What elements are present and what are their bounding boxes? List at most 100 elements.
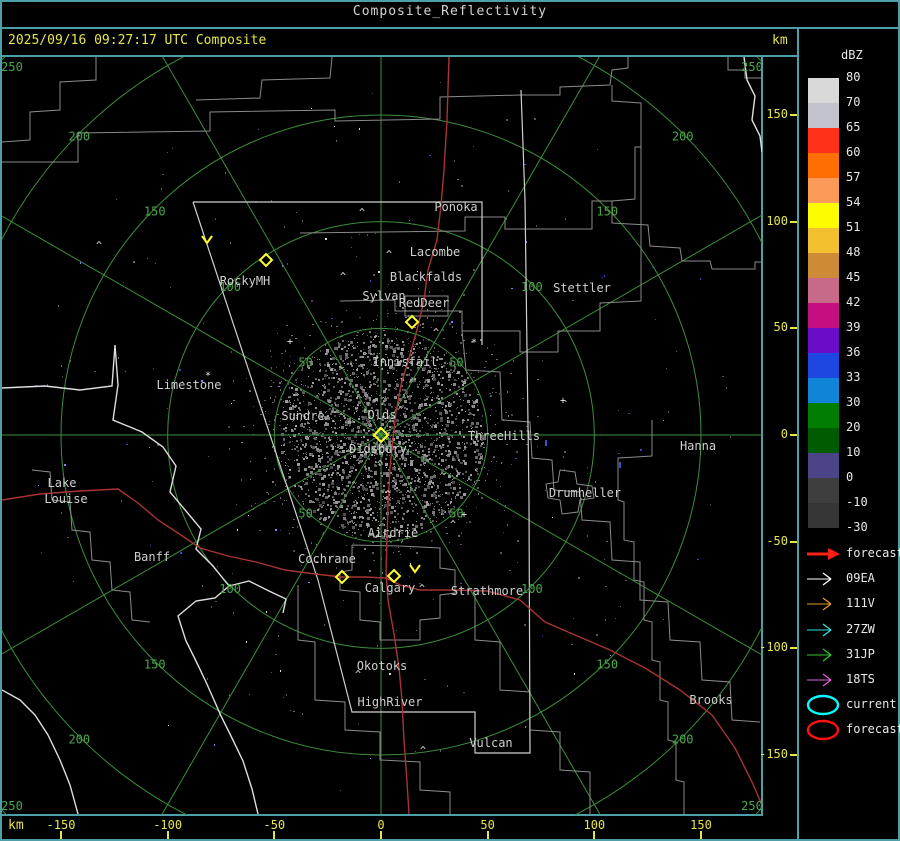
city-label: Olds (368, 408, 397, 422)
legend-arrow-icon (807, 673, 832, 687)
ring-distance-label: 100 (521, 582, 543, 596)
point-marker: * (471, 338, 477, 349)
right-axis-tick-label: 150 (766, 107, 788, 121)
colorbar-value-label: 80 (846, 70, 861, 84)
track-arrow (201, 235, 213, 245)
colorbar-value-label: 42 (846, 295, 861, 309)
ring-distance-label: 200 (672, 733, 694, 747)
ring-distance-label: 200 (68, 129, 90, 143)
city-label: Didsbury (349, 442, 407, 456)
ring-distance-label: 250 (741, 60, 762, 74)
colorbar-swatch (808, 178, 839, 203)
panel-separator (797, 28, 799, 841)
point-marker: ^ (340, 272, 346, 283)
colorbar-value-label: 65 (846, 120, 861, 134)
radar-sector-outline (192, 89, 531, 754)
radial-line (380, 434, 854, 708)
legend-label: 18TS (846, 672, 875, 686)
city-label: Louise (44, 492, 87, 506)
bottom-axis-tick-label: 50 (480, 818, 495, 832)
colorbar-value-label: -30 (846, 520, 868, 534)
city-label: Strathmore (451, 584, 523, 598)
ring-distance-label: 200 (672, 129, 694, 143)
point-marker: + (560, 396, 566, 407)
right-axis-tick-label: 50 (773, 320, 788, 335)
colorbar-swatch (808, 478, 839, 503)
colorbar-swatch (808, 403, 839, 428)
colorbar-swatch (808, 378, 839, 403)
ring-distance-label: 50 (449, 356, 463, 370)
legend-label: 111V (846, 596, 875, 611)
point-marker: + (287, 337, 293, 348)
right-axis-tick (790, 327, 797, 330)
colorbar-swatch (808, 203, 839, 228)
bottom-axis-tick (486, 831, 489, 839)
right-axis-tick-label: 0 (780, 427, 788, 441)
legend-ellipse-icon (806, 694, 840, 716)
city-label: Innisfail (372, 355, 437, 369)
legend-arrow-icon (807, 572, 832, 586)
radial-line (146, 434, 382, 841)
colorbar-value-label: 70 (846, 95, 861, 109)
radar-map-svg: 505050 50100100100 100150150150 15020020020… (0, 0, 900, 841)
legend-label: current (846, 697, 897, 712)
legend-arrow-icon (807, 597, 832, 611)
city-label: Airdrie (368, 526, 419, 540)
colorbar-swatch (808, 303, 839, 328)
legend-label: 09EA (846, 571, 875, 586)
right-axis-tick (790, 540, 797, 543)
ring-distance-label: 50 (298, 506, 312, 520)
right-axis-tick (790, 434, 797, 436)
colorbar-swatch (808, 428, 839, 453)
point-marker: ^ (419, 584, 425, 595)
bottom-axis-tick (166, 831, 169, 839)
colorbar-swatch (808, 278, 839, 303)
legend-arrow-icon (807, 548, 840, 560)
colorbar-value-label: 39 (846, 320, 861, 334)
point-marker: ^ (433, 328, 439, 339)
city-label: HighRiver (357, 695, 422, 709)
bottom-axis-tick (380, 831, 382, 839)
county-boundaries-line (195, 56, 333, 101)
right-axis-tick-label: -50 (766, 533, 788, 548)
radar-site-diamond (404, 314, 420, 330)
city-label: Okotoks (357, 659, 408, 673)
legend-label: forecast (846, 722, 900, 737)
point-marker: ^ (450, 520, 456, 531)
colorbar-value-label: 51 (846, 220, 861, 234)
county-boundaries-line (617, 420, 685, 814)
legend-label: forecast (846, 546, 900, 560)
point-marker: * (205, 371, 211, 382)
city-label: Lacombe (410, 245, 461, 259)
bottom-axis-tick-label: -100 (153, 818, 183, 832)
colorbar-unit-label: dBZ (841, 48, 863, 62)
colorbar-swatch (808, 453, 839, 478)
city-label: Stettler (553, 281, 611, 295)
radar-map-canvas[interactable]: 50 50 50 50 100 100 100 100 150 150 150 150 200 200 20… (0, 0, 900, 841)
colorbar-value-label: 45 (846, 270, 861, 284)
bottom-axis-tick (60, 831, 62, 839)
ring-distance-label: 50 (298, 356, 312, 370)
city-label: ThreeHills (468, 429, 540, 443)
point-marker: ^ (377, 460, 383, 471)
colorbar-swatch (808, 503, 839, 528)
ring-distance-label: 100 (219, 582, 241, 596)
city-label: Vulcan (469, 736, 512, 750)
point-marker: ^ (96, 241, 102, 252)
point-marker: ^ (385, 490, 391, 501)
ring-distance-label: 150 (144, 657, 166, 671)
colorbar-value-label: 54 (846, 195, 861, 209)
point-marker: ^ (420, 746, 426, 757)
blue-dash-marker (619, 462, 621, 468)
bottom-axis-tick-label: -50 (263, 818, 286, 832)
colorbar-value-label: 36 (846, 345, 861, 359)
colorbar-value-label: 57 (846, 170, 861, 184)
city-label: Brooks (689, 693, 732, 707)
page-title: Composite_Reflectivity (352, 4, 548, 19)
colorbar-swatch (808, 103, 839, 128)
border-top (0, 0, 900, 2)
legend-label: 31JP (846, 646, 875, 661)
colorbar-value-label: -10 (846, 495, 868, 509)
bottom-axis-unit-label: km (8, 818, 24, 833)
legend-arrow-icon (807, 648, 832, 662)
